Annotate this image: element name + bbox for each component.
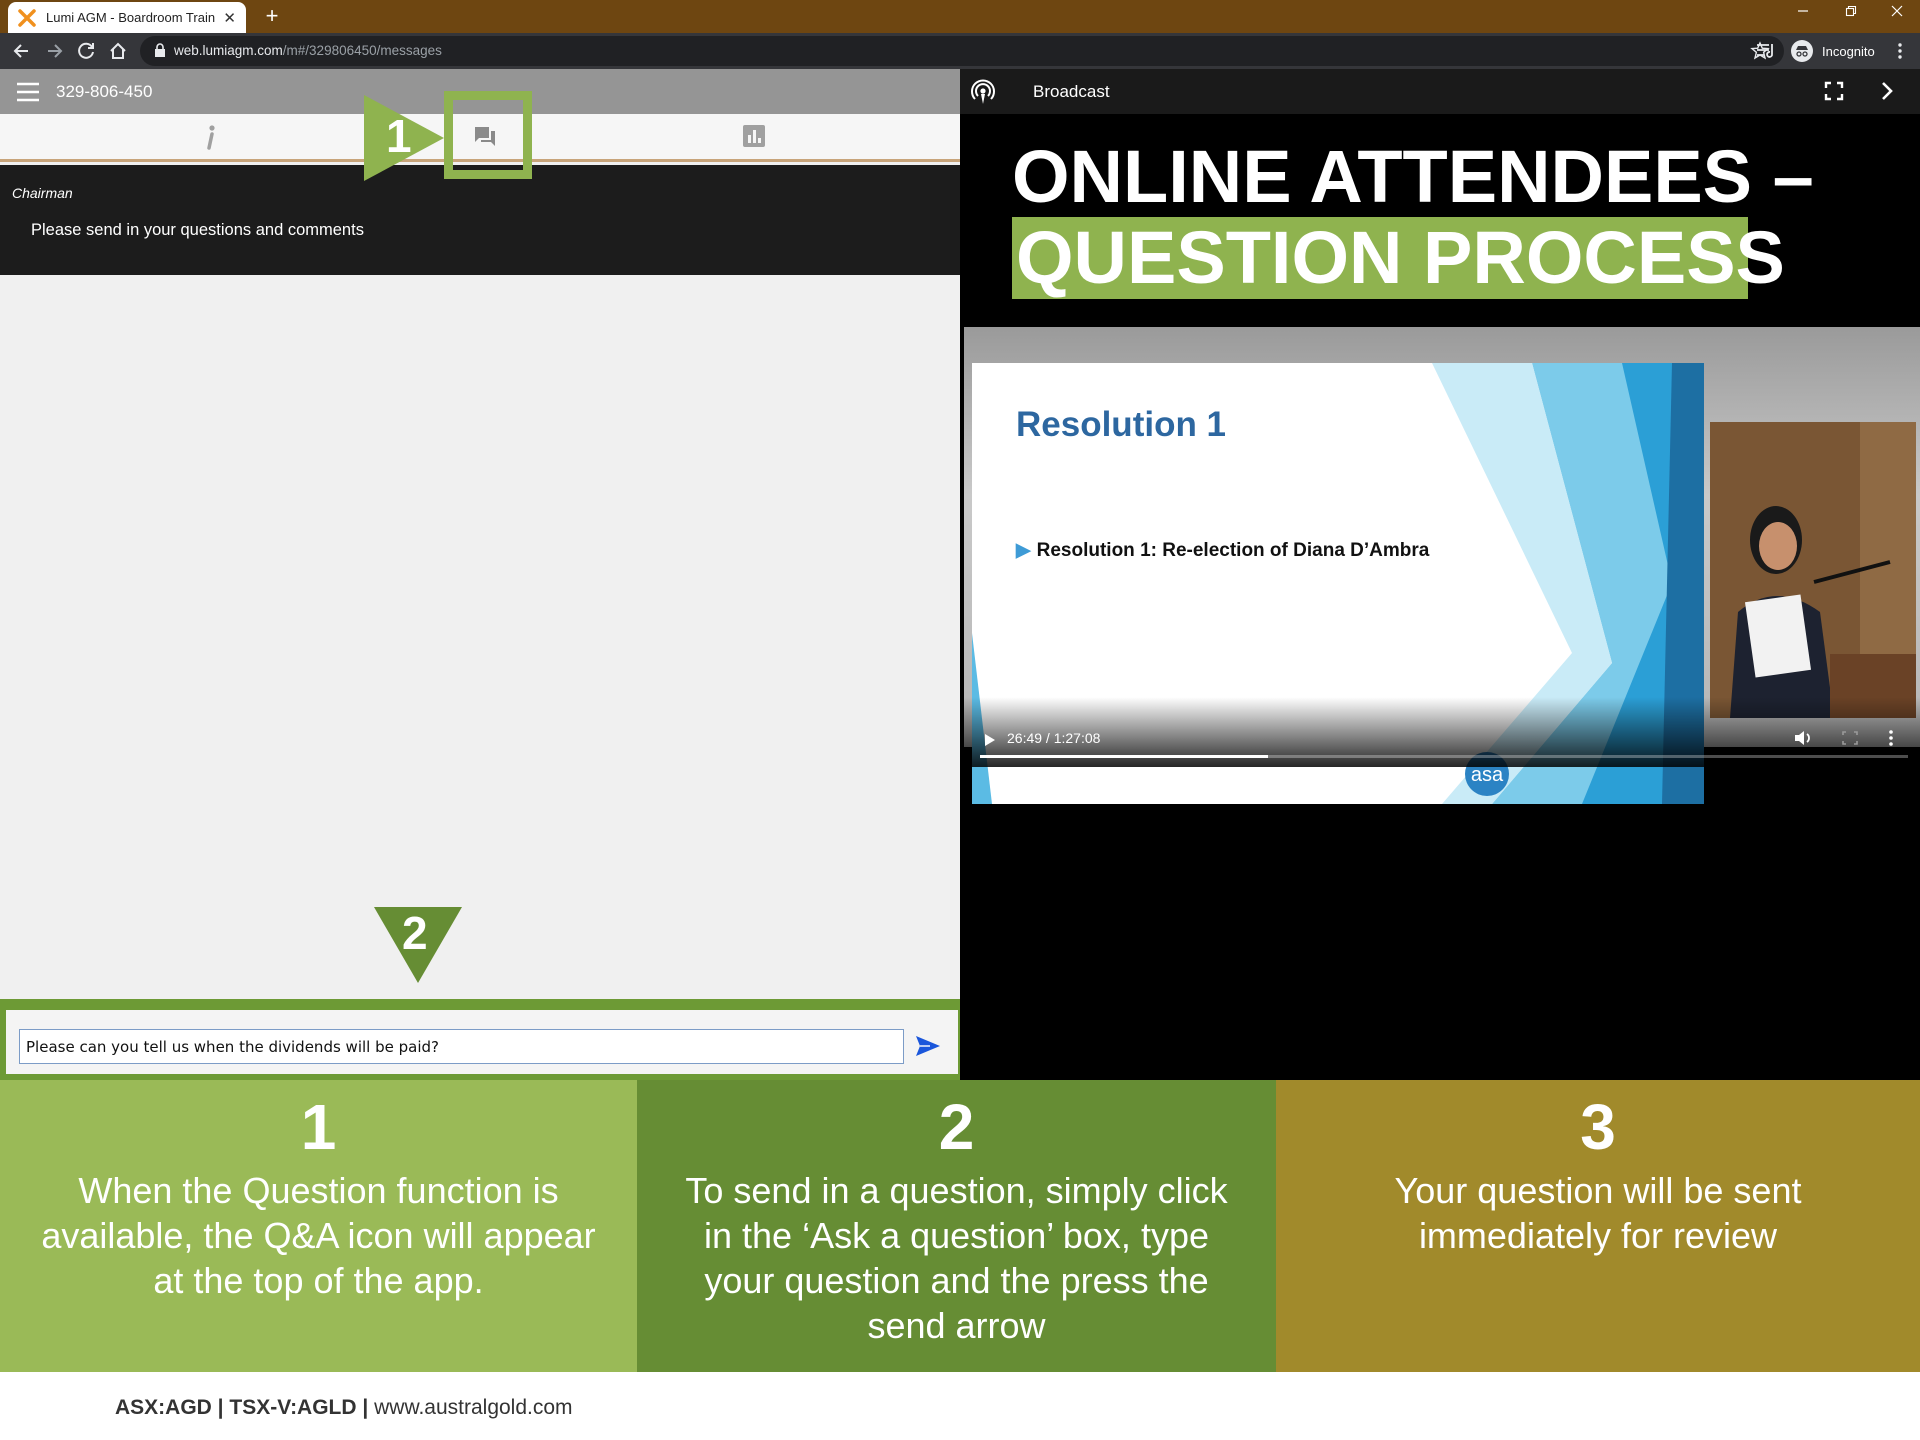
step-2-text: To send in a question, simply click in t… [685, 1170, 1228, 1346]
home-icon[interactable] [104, 37, 132, 65]
footer: ASX:AGD | TSX-V:AGLD | www.australgold.c… [0, 1372, 1920, 1440]
step-2-number: 2 [938, 1091, 975, 1163]
broadcast-header: Broadcast [960, 69, 1920, 114]
message-body: Please send in your questions and commen… [31, 221, 364, 239]
message-sender: Chairman [12, 185, 73, 201]
step-2-panel: 2 To send in a question, simply click in… [637, 1080, 1276, 1372]
broadcast-icon [971, 79, 995, 104]
app-panel: 329-806-450 Chairman Please send in your… [0, 69, 966, 1080]
menu-icon[interactable] [16, 82, 40, 102]
step-3-text: Your question will be sent immediately f… [1394, 1170, 1802, 1256]
asa-logo-text: asa [1471, 764, 1504, 786]
tab-title: Lumi AGM - Boardroom Training [46, 10, 216, 25]
restore-icon[interactable] [1828, 0, 1874, 28]
marker-arrow-1: 1 [364, 95, 444, 181]
browser-tab[interactable]: Lumi AGM - Boardroom Training ✕ [8, 2, 246, 33]
incognito-badge[interactable]: Incognito [1788, 37, 1882, 65]
media-control-icon[interactable] [1756, 42, 1776, 60]
url-text: web.lumiagm.com/m#/329806450/messages [174, 43, 442, 58]
headline-line-2: QUESTION PROCESS [1016, 216, 1785, 299]
collapse-panel-icon[interactable] [1880, 81, 1894, 101]
step-1-number: 1 [300, 1091, 337, 1163]
marker-number-2: 2 [402, 907, 428, 959]
compose-highlight [0, 999, 966, 1080]
info-icon[interactable] [204, 124, 218, 152]
broadcast-panel: Broadcast ONLINE ATTENDEES – QUESTION PR… [960, 69, 1920, 1080]
video-progress-bar[interactable] [980, 755, 1908, 758]
step-3-panel: 3 Your question will be sent immediately… [1276, 1080, 1920, 1372]
lock-icon [155, 43, 165, 57]
forward-icon[interactable] [40, 37, 68, 65]
footer-tickers: ASX:AGD | TSX-V:AGLD | [115, 1396, 369, 1419]
screen: Lumi AGM - Boardroom Training ✕ + web.lu… [0, 0, 1920, 1440]
send-arrow-icon[interactable] [914, 1034, 942, 1058]
reload-icon[interactable] [72, 37, 100, 65]
step-3-number: 3 [1580, 1091, 1616, 1163]
marker-number-1: 1 [386, 110, 412, 162]
video-player[interactable]: Resolution 1 ▶ Resolution 1: Re-election … [964, 327, 1920, 804]
footer-website: www.australgold.com [374, 1396, 573, 1419]
browser-tab-bar: Lumi AGM - Boardroom Training ✕ + [0, 0, 1920, 33]
video-fullscreen-icon[interactable] [1842, 731, 1858, 745]
fullscreen-icon[interactable] [1824, 81, 1844, 101]
browser-toolbar: web.lumiagm.com/m#/329806450/messages In… [0, 33, 1920, 69]
marker-arrow-2: 2 [374, 907, 462, 983]
poll-results-icon[interactable] [742, 124, 766, 148]
slide-title: Resolution 1 [1016, 405, 1227, 444]
video-time: 26:49 / 1:27:08 [1007, 730, 1101, 746]
speaker-video [1710, 422, 1916, 718]
play-icon[interactable] [984, 733, 996, 747]
minimize-icon[interactable] [1780, 0, 1826, 28]
back-icon[interactable] [8, 37, 36, 65]
new-tab-button[interactable]: + [258, 2, 286, 30]
address-bar[interactable]: web.lumiagm.com/m#/329806450/messages [140, 36, 1784, 66]
slide-bullet: ▶ Resolution 1: Re-election of Diana D’Am… [1016, 539, 1429, 562]
ask-question-input[interactable] [19, 1029, 904, 1064]
broadcast-title: Broadcast [1033, 82, 1110, 101]
step-1-text: When the Question function is available,… [41, 1170, 596, 1301]
speaker-figure [1710, 422, 1916, 718]
compose-bar [6, 1010, 958, 1074]
close-window-icon[interactable] [1874, 0, 1920, 28]
headline-line-1: ONLINE ATTENDEES – [1012, 135, 1814, 218]
url-host: web.lumiagm.com [174, 43, 283, 58]
meeting-id: 329-806-450 [56, 82, 153, 101]
lumi-favicon-icon [18, 8, 36, 27]
incognito-icon [1791, 40, 1813, 62]
tab-close-icon[interactable]: ✕ [223, 9, 236, 27]
qa-icon-highlight [444, 91, 532, 179]
browser-menu-icon[interactable] [1892, 41, 1908, 61]
slide-bullet-text: Resolution 1: Re-election of Diana D’Amb… [1036, 540, 1430, 561]
footer-text: ASX:AGD | TSX-V:AGLD | www.australgold.c… [115, 1396, 573, 1420]
incognito-label: Incognito [1822, 43, 1875, 59]
volume-icon[interactable] [1794, 729, 1814, 747]
bullet-arrow-icon: ▶ [1016, 540, 1031, 561]
video-more-icon[interactable] [1888, 729, 1894, 747]
step-1-panel: 1 When the Question function is availabl… [0, 1080, 637, 1372]
message-card: Chairman Please send in your questions a… [0, 165, 960, 275]
url-path: /m#/329806450/messages [282, 43, 442, 58]
video-progress-fill [980, 755, 1268, 758]
